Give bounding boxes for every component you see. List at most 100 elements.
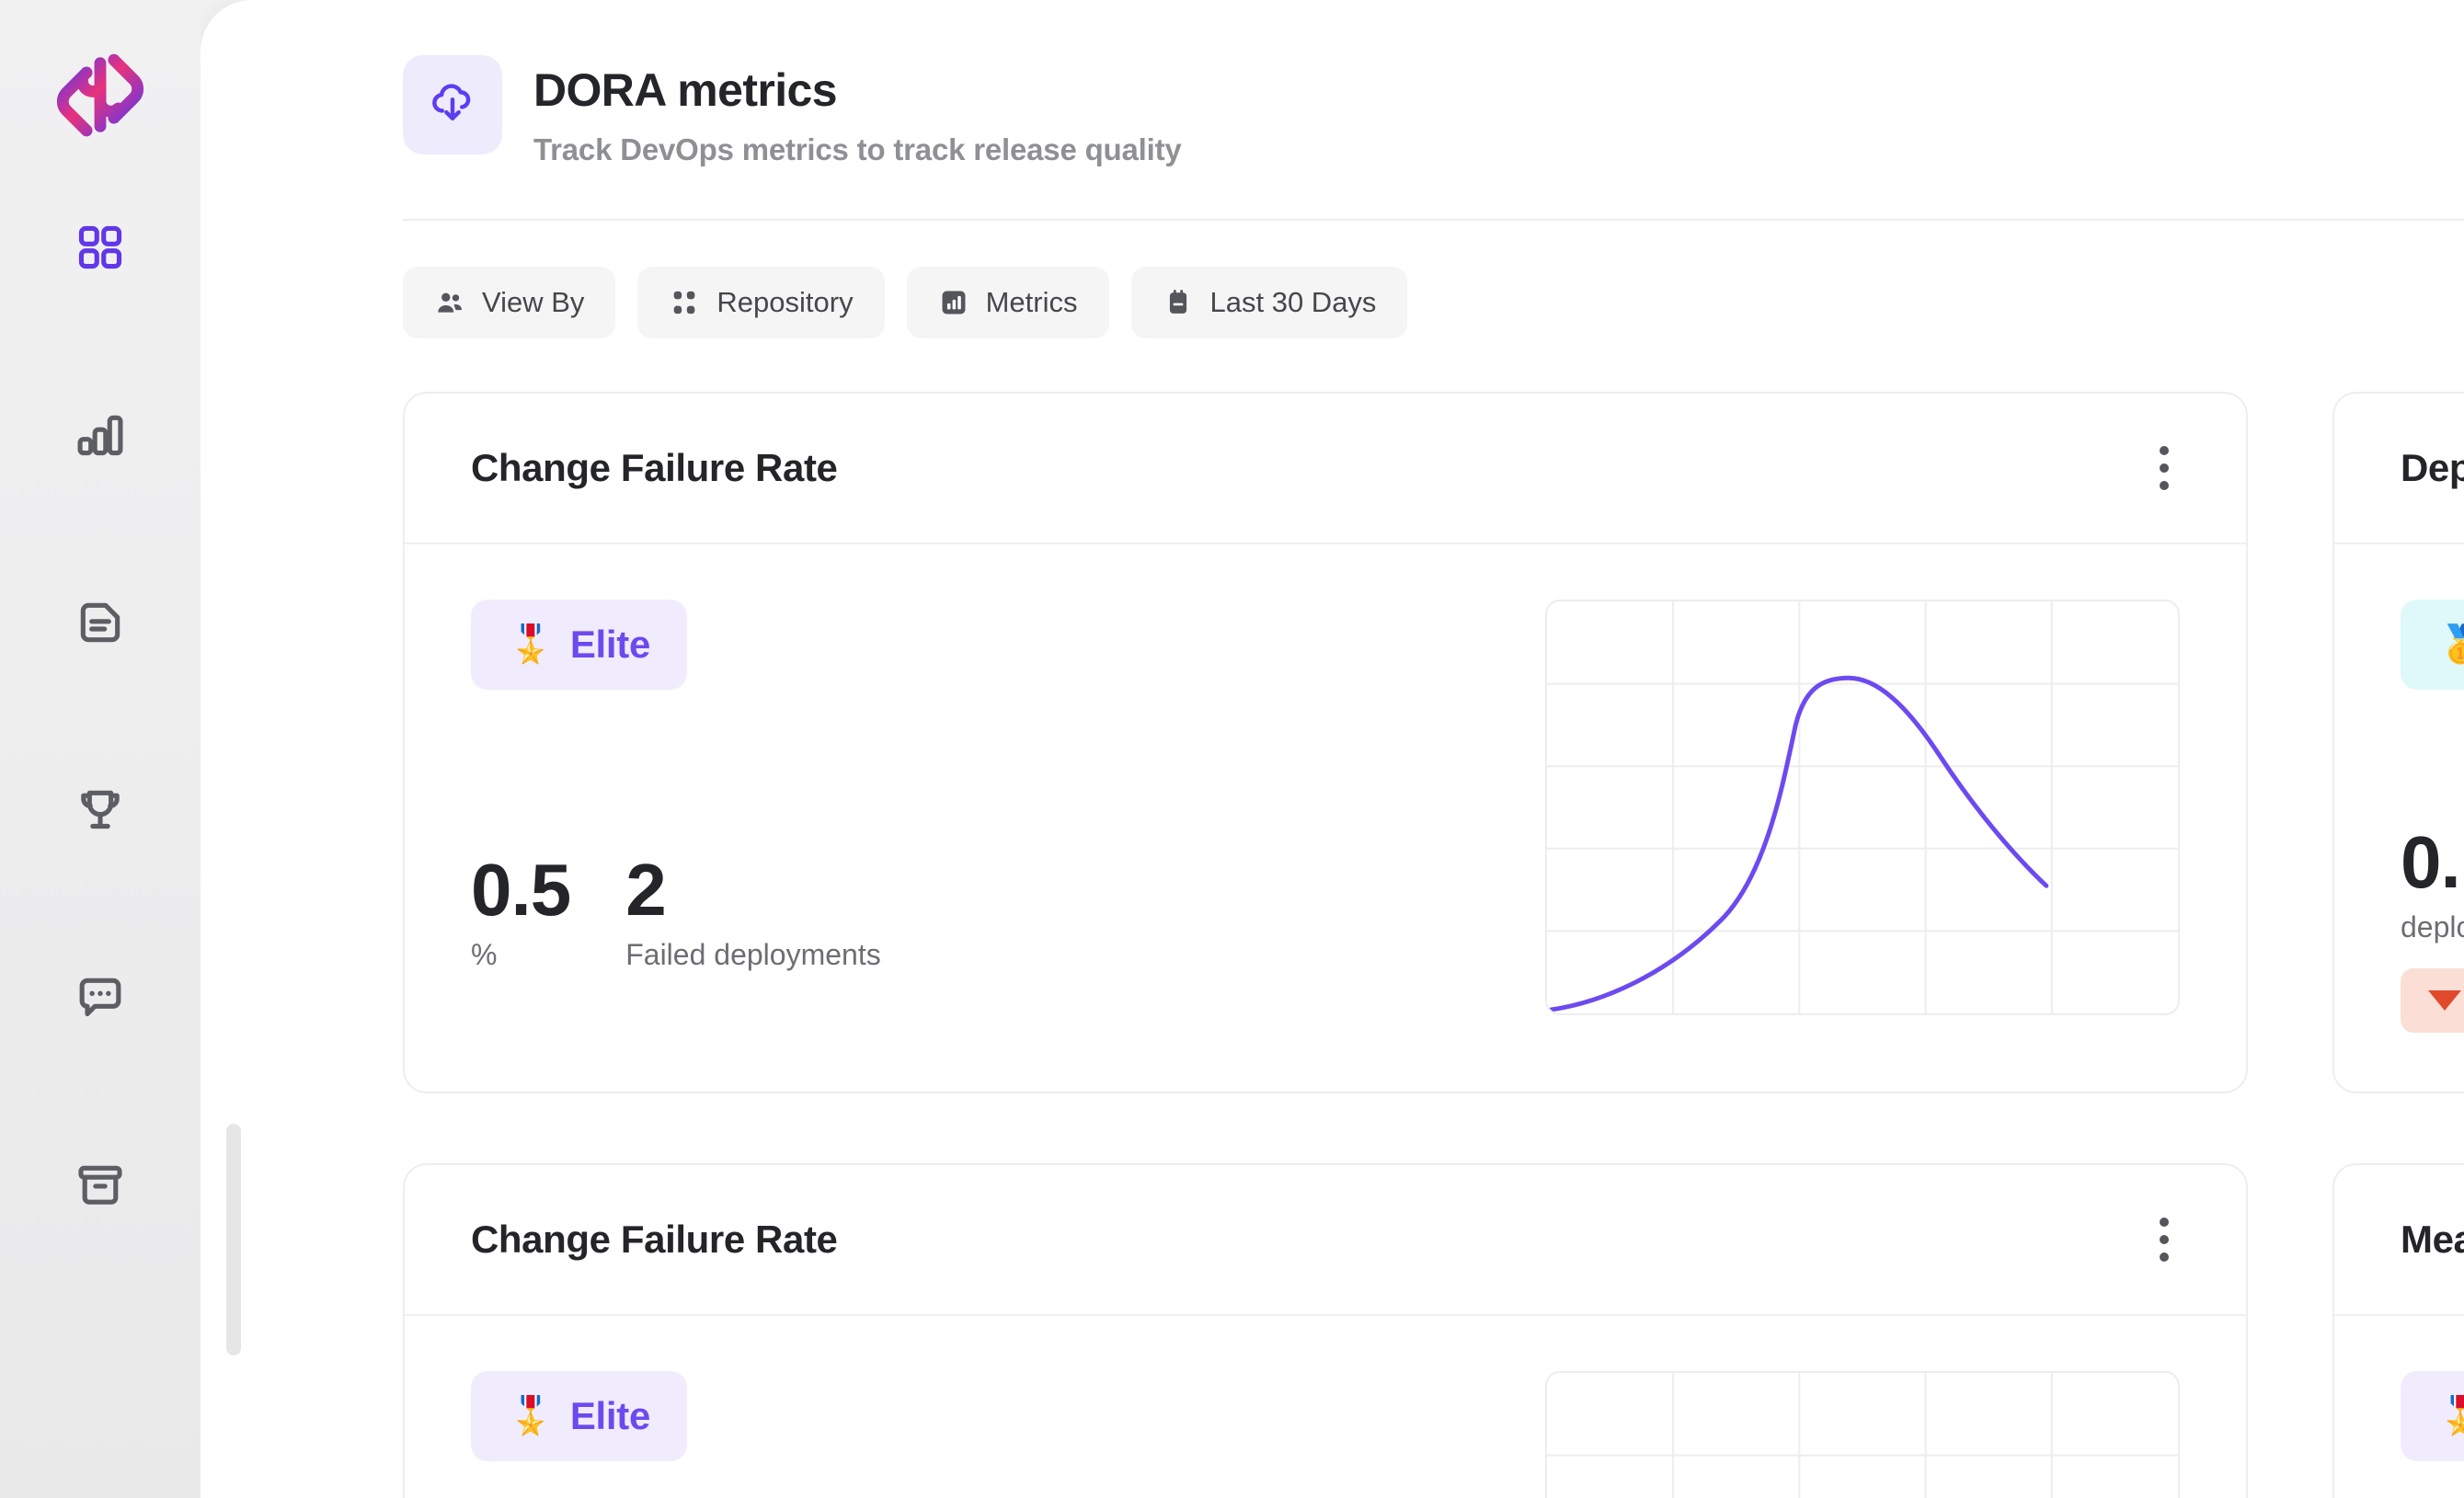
status-badge: 🎖️ Elite <box>2401 1371 2464 1461</box>
primary-stat-unit: % <box>471 938 498 971</box>
app-root: DORA metrics Track DevOps metrics to tra… <box>0 0 2464 1498</box>
kebab-dot <box>2160 481 2169 490</box>
card-body: 🥇 High 0.17 deployments 54.05% <box>2334 544 2464 1092</box>
page-title: DORA metrics <box>533 64 838 116</box>
kebab-dot <box>2160 1218 2169 1227</box>
card-title: Change Failure Rate <box>471 1218 838 1261</box>
card-metrics: 🥇 High 0.17 deployments 54.05% <box>2401 600 2464 1033</box>
card-mean-time-to-recovery: Mean Time to Recovery 🎖️ Elite <box>2332 1163 2464 1498</box>
sidebar-item-dashboard[interactable] <box>46 193 155 302</box>
sparkline-chart <box>1545 1371 2180 1498</box>
secondary-stat-label: Failed deployments <box>625 938 881 971</box>
primary-stat: 0.5 % <box>471 849 571 972</box>
trend-down-icon <box>2428 990 2461 1011</box>
medal-icon: 🎖️ <box>2437 1398 2464 1435</box>
gold-medal-icon: 🥇 <box>2437 626 2464 663</box>
primary-stat-unit: deployments <box>2401 910 2464 943</box>
card-header: Change Failure Rate <box>405 1165 2246 1316</box>
sparkline-chart <box>1545 600 2180 1015</box>
cards-area: Change Failure Rate 🎖️ Elite 0.5 % 2 Fai… <box>285 338 2464 1498</box>
filter-view-by-label: View By <box>482 286 585 318</box>
sidebar-item-goals[interactable] <box>46 756 155 864</box>
chart-grid <box>1547 1373 2178 1498</box>
card-change-failure-rate-2: Change Failure Rate 🎖️ Elite <box>403 1163 2248 1498</box>
archive-icon <box>74 1160 126 1211</box>
grid-icon <box>74 222 126 273</box>
kebab-dot <box>2160 446 2169 455</box>
trophy-icon <box>74 784 126 836</box>
card-title: Deployment Frequency <box>2401 446 2464 489</box>
card-body: 🎖️ Elite 0.5 % 2 Failed deployments <box>405 544 2246 1074</box>
card-row: Change Failure Rate 🎖️ E <box>403 1163 2464 1498</box>
filter-date-range-label: Last 30 Days <box>1209 286 1377 318</box>
medal-icon: 🎖️ <box>508 1396 554 1436</box>
filter-view-by-button[interactable]: View By <box>403 267 616 338</box>
sparkline-wrap <box>1545 1371 2180 1498</box>
content-scroll: DORA metrics Track DevOps metrics to tra… <box>201 0 2464 1498</box>
status-badge: 🥇 High <box>2401 600 2464 690</box>
sparkline-wrap <box>1545 600 2180 1015</box>
secondary-stat-value: 2 <box>625 849 667 931</box>
kebab-dot <box>2160 1235 2169 1244</box>
card-title: Change Failure Rate <box>471 446 838 489</box>
sidebar-item-archive[interactable] <box>46 1131 155 1240</box>
stats-row: 0.5 % 2 Failed deployments <box>471 849 1508 972</box>
card-metrics: 🎖️ Elite 0.5 % 2 Failed deployments <box>471 600 1508 972</box>
card-metrics: 🎖️ Elite <box>2401 1371 2464 1461</box>
secondary-stat: 2 Failed deployments <box>625 849 881 972</box>
main-panel: DORA metrics Track DevOps metrics to tra… <box>201 0 2464 1498</box>
logo-wrap <box>0 0 201 193</box>
card-header: Deployment Frequency <box>2334 394 2464 544</box>
kebab-menu-icon[interactable] <box>2141 1203 2187 1276</box>
appsmith-logo[interactable] <box>50 44 151 150</box>
card-header: Change Failure Rate <box>405 394 2246 544</box>
bar-chart-icon <box>74 409 126 461</box>
header-text: DORA metrics Track DevOps metrics to tra… <box>533 55 1182 167</box>
cloud-download-icon <box>427 77 478 133</box>
bar-chart-icon <box>938 287 969 318</box>
card-body: 🎖️ Elite <box>2334 1316 2464 1498</box>
filter-row: View By Repository Metrics Last 30 Days <box>201 221 2464 338</box>
card-header: Mean Time to Recovery <box>2334 1165 2464 1316</box>
calendar-icon <box>1163 287 1194 318</box>
card-change-failure-rate: Change Failure Rate 🎖️ Elite 0.5 % 2 Fai… <box>403 392 2248 1093</box>
chart-grid <box>1547 601 2178 1013</box>
card-title: Mean Time to Recovery <box>2401 1218 2464 1261</box>
status-badge: 🎖️ Elite <box>471 600 688 690</box>
filter-metrics-label: Metrics <box>985 286 1078 318</box>
sidebar <box>0 0 201 1498</box>
kebab-dot <box>2160 463 2169 473</box>
page-header: DORA metrics Track DevOps metrics to tra… <box>201 0 2464 167</box>
scrollbar-thumb[interactable] <box>226 1124 241 1355</box>
filter-repository-button[interactable]: Repository <box>637 267 885 338</box>
card-deployment-frequency: Deployment Frequency 🥇 High 0.17 de <box>2332 392 2464 1093</box>
users-icon <box>434 287 465 318</box>
medal-icon: 🎖️ <box>508 624 554 665</box>
kebab-dot <box>2160 1252 2169 1262</box>
sidebar-nav <box>0 193 201 1240</box>
primary-stat-value: 0.5 <box>471 849 571 931</box>
status-badge: 🎖️ Elite <box>471 1371 688 1461</box>
grid-icon <box>669 287 700 318</box>
primary-stat: 0.17 deployments 54.05% <box>2401 821 2464 1033</box>
card-row: Change Failure Rate 🎖️ E <box>403 392 2464 1093</box>
card-body: 🎖️ Elite <box>405 1316 2246 1498</box>
card-metrics: 🎖️ Elite <box>471 1371 1508 1461</box>
trend-badge: 54.05% <box>2401 968 2464 1033</box>
kebab-menu-icon[interactable] <box>2141 431 2187 505</box>
primary-stat-value: 0.17 <box>2401 821 2464 903</box>
filter-repository-label: Repository <box>716 286 854 318</box>
status-badge-label: Elite <box>569 1394 651 1437</box>
header-icon-tile <box>403 55 502 154</box>
page-subtitle: Track DevOps metrics to track release qu… <box>533 132 1182 166</box>
sparkline-path <box>1548 675 2049 1012</box>
filter-metrics-button[interactable]: Metrics <box>906 267 1109 338</box>
sidebar-item-analytics[interactable] <box>46 381 155 489</box>
filter-date-range-button[interactable]: Last 30 Days <box>1130 267 1408 338</box>
sidebar-item-documents[interactable] <box>46 568 155 677</box>
vertical-scrollbar[interactable] <box>226 1124 241 1355</box>
status-badge-label: Elite <box>569 623 651 666</box>
sidebar-item-messages[interactable] <box>46 943 155 1052</box>
document-icon <box>74 597 126 648</box>
chat-icon <box>74 972 126 1023</box>
